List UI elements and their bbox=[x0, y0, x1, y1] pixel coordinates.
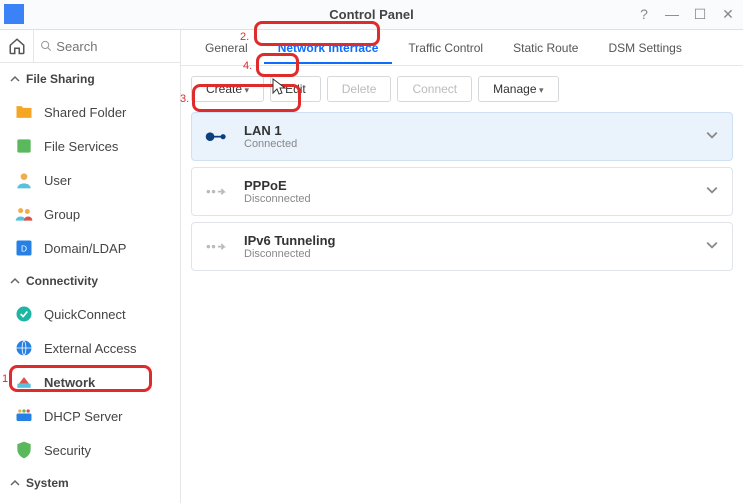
delete-button[interactable]: Delete bbox=[327, 76, 392, 102]
sidebar-item-label: QuickConnect bbox=[44, 307, 126, 322]
section-label: Connectivity bbox=[26, 274, 98, 288]
sidebar-item-dhcp-server[interactable]: DHCP Server bbox=[0, 399, 180, 433]
interface-name: IPv6 Tunneling bbox=[244, 233, 336, 248]
tab-traffic-control[interactable]: Traffic Control bbox=[394, 33, 497, 63]
home-icon bbox=[8, 37, 26, 55]
domain-icon: D bbox=[14, 238, 34, 258]
chevron-up-icon bbox=[10, 276, 20, 286]
section-header-system[interactable]: System bbox=[0, 467, 180, 499]
help-button[interactable]: ? bbox=[635, 6, 653, 23]
section-label: File Sharing bbox=[26, 72, 95, 86]
cursor-icon bbox=[272, 78, 286, 96]
chevron-down-icon[interactable] bbox=[706, 183, 718, 201]
create-button[interactable]: Create bbox=[191, 76, 264, 102]
sidebar-item-label: File Services bbox=[44, 139, 118, 154]
lan-icon bbox=[204, 124, 230, 150]
interface-status: Disconnected bbox=[244, 193, 311, 205]
content-area: General Network Interface Traffic Contro… bbox=[181, 30, 743, 503]
interface-list: LAN 1 Connected PPPoE Disconnected bbox=[181, 112, 743, 281]
sidebar: File Sharing Shared Folder File Services… bbox=[0, 30, 181, 503]
toolbar: Create Edit Delete Connect Manage bbox=[181, 66, 743, 112]
minimize-button[interactable]: — bbox=[663, 6, 681, 23]
manage-button[interactable]: Manage bbox=[478, 76, 558, 102]
sidebar-list: File Sharing Shared Folder File Services… bbox=[0, 63, 180, 503]
sidebar-item-external-access[interactable]: External Access bbox=[0, 331, 180, 365]
sidebar-item-label: Security bbox=[44, 443, 91, 458]
interface-pppoe[interactable]: PPPoE Disconnected bbox=[191, 167, 733, 216]
search-box[interactable] bbox=[34, 30, 180, 62]
sidebar-item-network[interactable]: Network bbox=[0, 365, 180, 399]
group-icon bbox=[14, 204, 34, 224]
sidebar-item-label: Network bbox=[44, 375, 95, 390]
chevron-down-icon[interactable] bbox=[706, 128, 718, 146]
sidebar-item-file-services[interactable]: File Services bbox=[0, 129, 180, 163]
section-label: System bbox=[26, 476, 69, 490]
interface-text: LAN 1 Connected bbox=[244, 123, 297, 150]
sidebar-item-group[interactable]: Group bbox=[0, 197, 180, 231]
interface-text: PPPoE Disconnected bbox=[244, 178, 311, 205]
main-area: File Sharing Shared Folder File Services… bbox=[0, 30, 743, 503]
security-icon bbox=[14, 440, 34, 460]
maximize-button[interactable]: ☐ bbox=[691, 6, 709, 23]
search-input[interactable] bbox=[56, 39, 174, 54]
arrow-icon bbox=[204, 179, 230, 205]
sidebar-item-label: User bbox=[44, 173, 71, 188]
user-icon bbox=[14, 170, 34, 190]
interface-ipv6-tunneling[interactable]: IPv6 Tunneling Disconnected bbox=[191, 222, 733, 271]
external-access-icon bbox=[14, 338, 34, 358]
sidebar-item-label: Domain/LDAP bbox=[44, 241, 126, 256]
interface-status: Connected bbox=[244, 138, 297, 150]
dhcp-icon bbox=[14, 406, 34, 426]
sidebar-item-label: DHCP Server bbox=[44, 409, 123, 424]
tab-general[interactable]: General bbox=[191, 33, 262, 63]
interface-name: LAN 1 bbox=[244, 123, 297, 138]
tabs: General Network Interface Traffic Contro… bbox=[181, 30, 743, 66]
window-controls: ? — ☐ ✕ bbox=[635, 6, 737, 23]
section-header-connectivity[interactable]: Connectivity bbox=[0, 265, 180, 297]
tab-static-route[interactable]: Static Route bbox=[499, 33, 592, 63]
sidebar-item-shared-folder[interactable]: Shared Folder bbox=[0, 95, 180, 129]
file-services-icon bbox=[14, 136, 34, 156]
interface-text: IPv6 Tunneling Disconnected bbox=[244, 233, 336, 260]
interface-lan1[interactable]: LAN 1 Connected bbox=[191, 112, 733, 161]
sidebar-item-security[interactable]: Security bbox=[0, 433, 180, 467]
close-button[interactable]: ✕ bbox=[719, 6, 737, 23]
chevron-up-icon bbox=[10, 478, 20, 488]
sidebar-item-domain-ldap[interactable]: D Domain/LDAP bbox=[0, 231, 180, 265]
search-icon bbox=[40, 39, 52, 53]
sidebar-item-user[interactable]: User bbox=[0, 163, 180, 197]
app-icon bbox=[4, 4, 24, 24]
quickconnect-icon bbox=[14, 304, 34, 324]
chevron-up-icon bbox=[10, 74, 20, 84]
tab-dsm-settings[interactable]: DSM Settings bbox=[594, 33, 695, 63]
sidebar-item-label: External Access bbox=[44, 341, 137, 356]
connect-button[interactable]: Connect bbox=[397, 76, 472, 102]
home-button[interactable] bbox=[0, 30, 34, 62]
interface-status: Disconnected bbox=[244, 248, 336, 260]
folder-icon bbox=[14, 102, 34, 122]
sidebar-item-quickconnect[interactable]: QuickConnect bbox=[0, 297, 180, 331]
arrow-icon bbox=[204, 234, 230, 260]
window-title: Control Panel bbox=[329, 7, 414, 22]
tab-network-interface[interactable]: Network Interface bbox=[264, 33, 393, 63]
section-header-file-sharing[interactable]: File Sharing bbox=[0, 63, 180, 95]
chevron-down-icon[interactable] bbox=[706, 238, 718, 256]
title-bar: Control Panel ? — ☐ ✕ bbox=[0, 0, 743, 30]
sidebar-item-label: Group bbox=[44, 207, 80, 222]
sidebar-item-label: Shared Folder bbox=[44, 105, 126, 120]
network-icon bbox=[14, 372, 34, 392]
interface-name: PPPoE bbox=[244, 178, 311, 193]
sidebar-top bbox=[0, 30, 180, 63]
svg-text:D: D bbox=[21, 243, 27, 253]
